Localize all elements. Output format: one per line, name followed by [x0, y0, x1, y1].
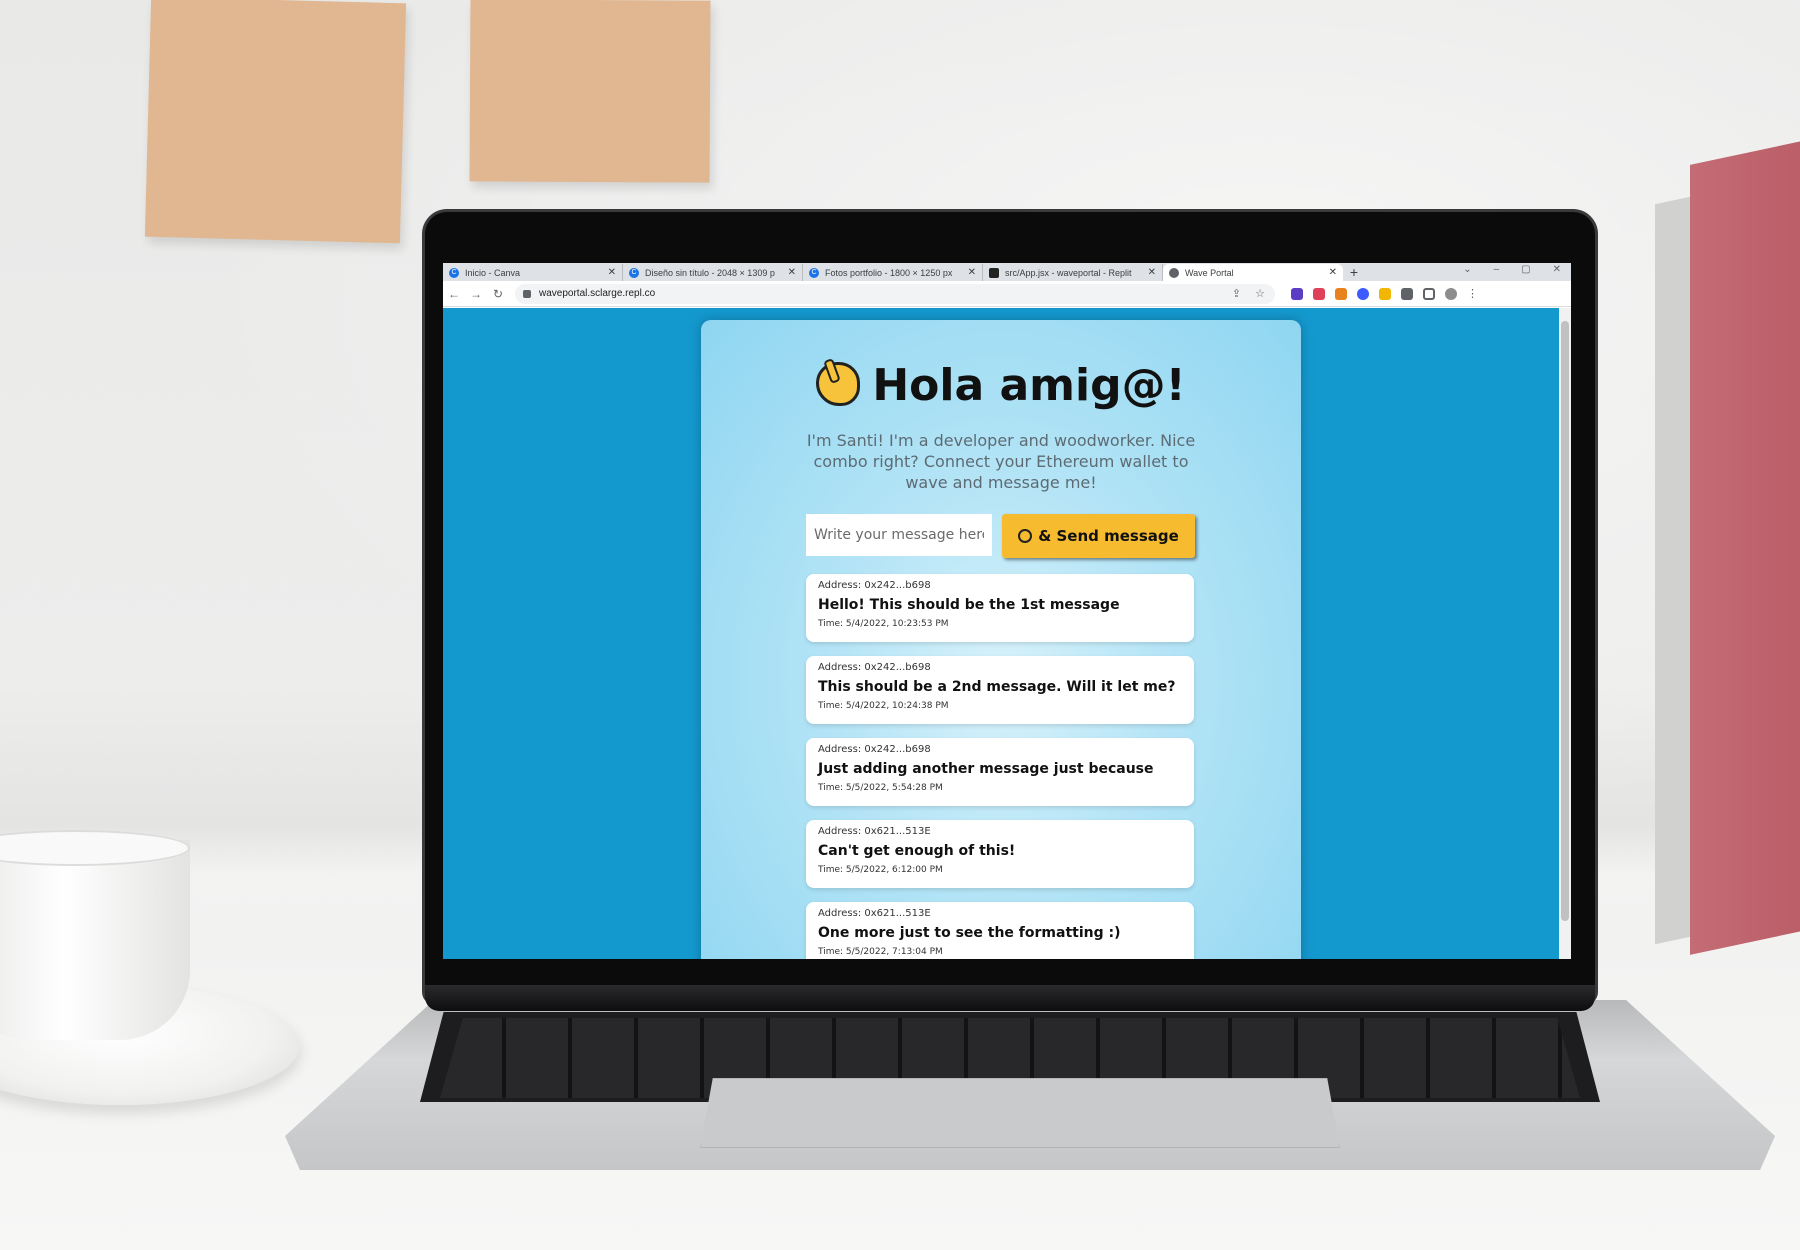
message-text: Hello! This should be the 1st message	[818, 597, 1120, 613]
omnibox-actions: ⇪ ☆	[1232, 287, 1265, 300]
message-card: Address: 0x242...b698 Just adding anothe…	[806, 738, 1194, 806]
message-address: Address: 0x621...513E	[818, 908, 931, 919]
message-text: One more just to see the formatting :)	[818, 925, 1121, 941]
tab-canva-portfolio[interactable]: C Fotos portfolio - 1800 × 1250 px ✕	[803, 264, 983, 281]
close-tab-icon[interactable]: ✕	[1329, 267, 1337, 278]
maximize-icon[interactable]: ▢	[1521, 264, 1530, 275]
laptop-screen: C Inicio - Canva ✕ C Diseño sin título -…	[443, 263, 1571, 959]
sidebar-icon[interactable]	[1423, 287, 1435, 300]
forward-icon[interactable]: →	[465, 287, 487, 301]
message-time: Time: 5/5/2022, 7:13:04 PM	[818, 947, 943, 957]
box-side	[1655, 195, 1695, 945]
message-time: Time: 5/4/2022, 10:24:38 PM	[818, 701, 949, 711]
message-card: Address: 0x621...513E Can't get enough o…	[806, 820, 1194, 888]
message-time: Time: 5/5/2022, 6:12:00 PM	[818, 865, 943, 875]
reload-icon[interactable]: ↻	[487, 287, 509, 301]
tab-canva-home[interactable]: C Inicio - Canva ✕	[443, 264, 623, 281]
scrollbar-thumb[interactable]	[1561, 321, 1569, 921]
canva-icon: C	[629, 267, 639, 278]
title-text: Hola amig@!	[872, 360, 1186, 411]
chevron-down-icon[interactable]: ⌄	[1463, 264, 1471, 275]
tab-label: Inicio - Canva	[465, 267, 521, 278]
waving-hand-icon	[1018, 529, 1033, 543]
message-text: This should be a 2nd message. Will it le…	[818, 679, 1176, 695]
tab-replit[interactable]: src/App.jsx - waveportal - Replit ✕	[983, 264, 1163, 281]
lock-icon	[523, 289, 531, 298]
menu-icon[interactable]: ⋮	[1467, 287, 1478, 300]
close-tab-icon[interactable]: ✕	[608, 267, 616, 278]
close-tab-icon[interactable]: ✕	[1148, 267, 1156, 278]
web-page: Hola amig@! I'm Santi! I'm a developer a…	[443, 308, 1559, 959]
message-text: Can't get enough of this!	[818, 843, 1016, 859]
close-tab-icon[interactable]: ✕	[788, 267, 796, 278]
message-text: Just adding another message just because	[818, 761, 1154, 777]
message-address: Address: 0x621...513E	[818, 826, 931, 837]
sticky-note	[144, 0, 407, 244]
back-icon[interactable]: ←	[443, 287, 465, 301]
send-message-button[interactable]: & Send message	[1002, 514, 1195, 558]
message-card: Address: 0x242...b698 This should be a 2…	[806, 656, 1194, 724]
key-icon[interactable]	[1379, 287, 1391, 300]
waving-hand-icon	[816, 362, 861, 406]
extension-icon[interactable]	[1291, 287, 1303, 300]
message-time: Time: 5/4/2022, 10:23:53 PM	[818, 619, 949, 629]
wave-portal-card: Hola amig@! I'm Santi! I'm a developer a…	[701, 320, 1301, 959]
avatar[interactable]	[1445, 287, 1457, 300]
coffee-cup	[0, 840, 190, 1040]
message-address: Address: 0x242...b698	[818, 580, 931, 591]
intro-text: I'm Santi! I'm a developer and woodworke…	[806, 431, 1196, 492]
message-time: Time: 5/5/2022, 5:54:28 PM	[818, 783, 943, 793]
browser-tab-bar: C Inicio - Canva ✕ C Diseño sin título -…	[443, 263, 1571, 281]
message-address: Address: 0x242...b698	[818, 744, 931, 755]
message-card: Address: 0x242...b698 Hello! This should…	[806, 574, 1194, 642]
address-bar[interactable]: waveportal.sclarge.repl.co ⇪ ☆	[515, 283, 1275, 304]
pocket-icon[interactable]	[1313, 287, 1325, 300]
globe-icon	[1169, 267, 1179, 278]
tab-label: src/App.jsx - waveportal - Replit	[1005, 267, 1132, 278]
sticky-note	[469, 0, 711, 183]
canva-icon: C	[809, 267, 819, 278]
tab-canva-design[interactable]: C Diseño sin título - 2048 × 1309 p ✕	[623, 264, 803, 281]
browser-toolbar: ← → ↻ waveportal.sclarge.repl.co ⇪ ☆ ⋮	[443, 281, 1571, 307]
metamask-icon[interactable]	[1335, 287, 1347, 300]
message-input[interactable]	[806, 514, 992, 556]
tab-label: Fotos portfolio - 1800 × 1250 px	[825, 267, 953, 278]
bookmark-star-icon[interactable]: ☆	[1255, 287, 1265, 300]
tab-wave-portal[interactable]: Wave Portal ✕	[1163, 264, 1343, 281]
share-icon[interactable]: ⇪	[1232, 287, 1241, 300]
puzzle-icon[interactable]	[1401, 287, 1413, 300]
trackpad	[700, 1078, 1340, 1148]
url-text: waveportal.sclarge.repl.co	[539, 288, 656, 299]
message-address: Address: 0x242...b698	[818, 662, 931, 673]
send-button-label: & Send message	[1038, 527, 1179, 545]
window-controls: ⌄ – ▢ ✕	[1463, 264, 1561, 275]
minimize-icon[interactable]: –	[1494, 264, 1500, 275]
close-window-icon[interactable]: ✕	[1553, 264, 1561, 275]
extensions-area: ⋮	[1291, 287, 1478, 300]
red-box	[1690, 135, 1800, 955]
tab-label: Diseño sin título - 2048 × 1309 p	[645, 267, 775, 278]
close-tab-icon[interactable]: ✕	[968, 267, 976, 278]
page-title: Hola amig@!	[701, 360, 1301, 411]
replit-icon	[989, 267, 999, 278]
canva-icon: C	[449, 267, 459, 278]
tab-label: Wave Portal	[1185, 267, 1234, 278]
extension-icon[interactable]	[1357, 287, 1369, 300]
laptop-hinge	[425, 985, 1595, 1011]
new-tab-button[interactable]: +	[1343, 264, 1365, 281]
message-card: Address: 0x621...513E One more just to s…	[806, 902, 1194, 959]
